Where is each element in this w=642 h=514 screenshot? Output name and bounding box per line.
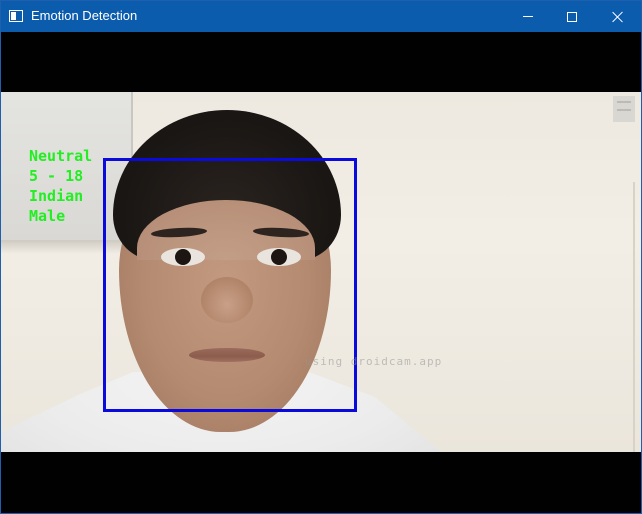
maximize-button[interactable] xyxy=(549,1,595,32)
video-frame: using droidcam.app Neutral 5 - 18 Indian… xyxy=(1,92,641,452)
race-label: Indian xyxy=(29,187,84,205)
wall-fixture xyxy=(613,96,635,122)
minimize-icon xyxy=(523,16,533,17)
letterbox-bottom xyxy=(1,452,641,513)
letterbox-top xyxy=(1,32,641,92)
age-range-label: 5 - 18 xyxy=(29,167,84,185)
app-window: Emotion Detection using droidcam.app Neu… xyxy=(0,0,642,514)
detection-labels: Neutral 5 - 18 Indian Male xyxy=(29,146,92,226)
wall-corner xyxy=(633,182,635,452)
window-title: Emotion Detection xyxy=(31,8,138,23)
close-button[interactable] xyxy=(595,1,641,32)
gender-label: Male xyxy=(29,207,66,225)
title-bar[interactable]: Emotion Detection xyxy=(1,1,641,32)
app-window-icon xyxy=(9,10,23,22)
minimize-button[interactable] xyxy=(505,1,551,32)
maximize-icon xyxy=(567,11,577,22)
close-icon xyxy=(612,11,624,23)
watermark-text: using droidcam.app xyxy=(305,355,443,368)
face-detection-box xyxy=(103,158,357,412)
emotion-label: Neutral xyxy=(29,147,93,165)
